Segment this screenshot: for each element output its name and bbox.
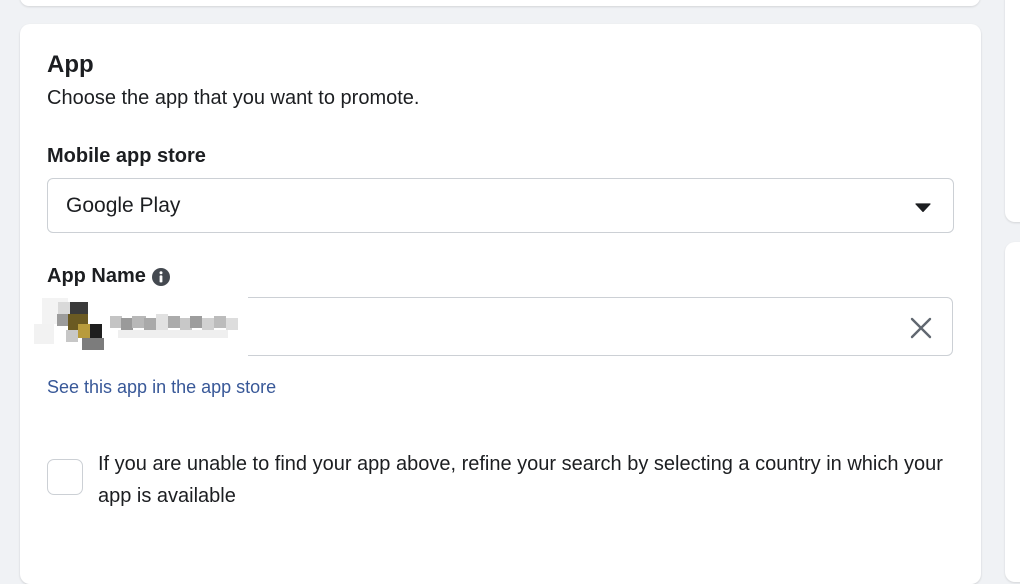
mobile-app-store-value: Google Play bbox=[66, 194, 181, 217]
selected-app-thumbnail bbox=[32, 294, 248, 361]
close-icon[interactable] bbox=[910, 317, 932, 339]
see-app-in-store-link[interactable]: See this app in the app store bbox=[47, 377, 276, 398]
app-name-label: App Name bbox=[47, 265, 146, 287]
info-icon[interactable] bbox=[151, 267, 170, 286]
app-section-card: App Choose the app that you want to prom… bbox=[20, 24, 981, 584]
app-name-input[interactable] bbox=[32, 294, 953, 361]
refine-country-checkbox[interactable] bbox=[47, 459, 83, 495]
caret-down-icon bbox=[915, 203, 931, 212]
refine-country-checkbox-label: If you are unable to find your app above… bbox=[98, 453, 943, 507]
section-title: App bbox=[47, 51, 94, 78]
side-panel-card bbox=[1005, 0, 1020, 222]
app-name-label-row: App Name bbox=[47, 265, 170, 288]
side-panel-card bbox=[1005, 242, 1020, 582]
section-description: Choose the app that you want to promote. bbox=[47, 87, 420, 109]
mobile-app-store-select[interactable]: Google Play bbox=[47, 178, 954, 233]
previous-section-card bbox=[20, 0, 980, 6]
mobile-app-store-label: Mobile app store bbox=[47, 145, 206, 167]
